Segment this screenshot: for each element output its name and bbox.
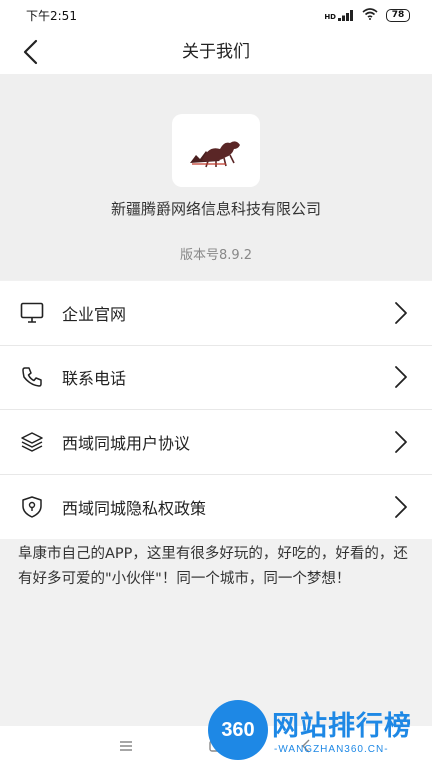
signal-icon: HD (324, 9, 354, 21)
watermark-badge: 360 (208, 700, 268, 760)
page-title: 关于我们 (182, 42, 250, 62)
menu-item-privacy-policy[interactable]: 西域同城隐私权政策 (0, 475, 432, 540)
status-bar: 下午2:51 HD 78 (0, 0, 432, 30)
wifi-icon (362, 7, 378, 23)
about-menu: 企业官网 联系电话 西域同城用户协议 西域同城隐私权政策 (0, 281, 432, 539)
signal-text: HD (324, 12, 336, 21)
chevron-right-icon (395, 495, 407, 518)
camel-logo-icon (190, 140, 240, 167)
app-description: 阜康市自己的APP，这里有很多好玩的，好吃的，好看的，还有好多可爱的"小伙伴"！… (18, 546, 408, 587)
chevron-right-icon (395, 366, 407, 389)
menu-label-phone: 联系电话 (62, 369, 127, 389)
app-version: 版本号8.9.2 (179, 248, 253, 263)
layers-icon (20, 430, 44, 454)
status-icons: HD 78 (324, 7, 410, 23)
menu-icon[interactable] (118, 738, 134, 754)
menu-item-user-agreement[interactable]: 西域同城用户协议 (0, 410, 432, 475)
app-logo (172, 114, 260, 187)
monitor-icon (20, 301, 44, 325)
menu-label-privacy-policy: 西域同城隐私权政策 (62, 498, 207, 518)
watermark-subtitle: -WANGZHAN360.CN- (274, 744, 389, 755)
phone-icon (20, 365, 44, 389)
menu-item-phone[interactable]: 联系电话 (0, 346, 432, 410)
about-header: 新疆腾爵网络信息科技有限公司 版本号8.9.2 (0, 74, 432, 280)
watermark-logo: 360 网站排行榜 -WANGZHAN360.CN- (208, 696, 426, 764)
shield-icon (20, 495, 44, 519)
menu-item-website[interactable]: 企业官网 (0, 281, 432, 346)
nav-bar: 关于我们 (0, 30, 432, 74)
chevron-right-icon (395, 301, 407, 324)
menu-label-user-agreement: 西域同城用户协议 (62, 433, 191, 453)
chevron-right-icon (395, 430, 407, 453)
battery-icon: 78 (386, 8, 410, 22)
back-arrow-icon (23, 39, 38, 65)
menu-label-website: 企业官网 (62, 304, 127, 324)
watermark-title: 网站排行榜 (272, 711, 412, 742)
company-name: 新疆腾爵网络信息科技有限公司 (110, 200, 321, 218)
status-time: 下午2:51 (26, 8, 77, 23)
back-button[interactable] (14, 36, 46, 68)
